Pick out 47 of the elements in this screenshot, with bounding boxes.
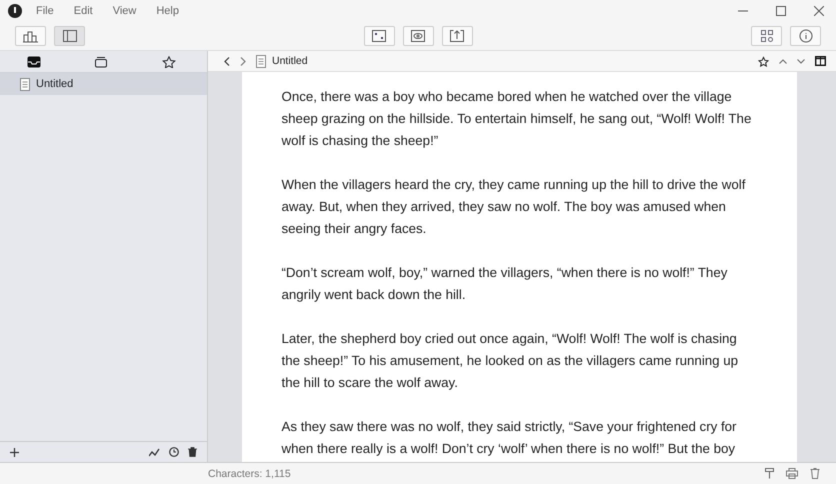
inbox-icon [26,56,41,68]
stats-button[interactable] [15,26,46,46]
paragraph: When the villagers heard the cry, they came running up the hill to drive the wolf away. But, when they arrived, they saw no wolf. The boy was amused when seeing their angry faces. [282,176,746,238]
add-icon[interactable] [10,448,19,456]
chart-line-icon[interactable] [149,448,160,456]
document-icon [256,54,266,68]
menu-item[interactable]: Help [156,4,179,16]
paragraph: “Don’t scream wolf, boy,” warned the villagers, “when there is no wolf!” They angrily went back down the hill. [282,264,728,304]
export-button[interactable] [442,26,472,46]
maximize-icon[interactable] [776,6,786,16]
info-icon [798,28,814,42]
clock-icon[interactable] [169,447,179,457]
bin-icon[interactable] [810,468,820,479]
close-icon[interactable] [814,6,824,16]
sidebar-icon [62,28,78,42]
star-icon [162,56,176,68]
focus-icon [371,28,387,42]
box-icon [94,56,108,68]
preview-button[interactable] [402,26,434,46]
focus-button[interactable] [364,26,394,46]
eye-icon [410,28,426,42]
paragraph: As they saw there was no wolf, they said strictly, “Save your frightened cry for when there really is a wolf! Don’t cry ‘wolf’ when there is no wolf!” But the boy [282,418,738,458]
note-list-item[interactable]: Untitled [0,73,207,95]
trash-icon[interactable] [188,447,197,457]
app-logo-icon [8,4,22,18]
menu-item[interactable]: Edit [74,4,93,16]
back-icon[interactable] [224,56,230,66]
forward-icon[interactable] [240,56,246,66]
bar-chart-icon [22,28,38,42]
grid-icon [758,28,774,42]
grid-button[interactable] [751,26,782,46]
document-title: Untitled [272,55,308,67]
menu-item[interactable]: View [112,4,136,16]
paragraph: Later, the shepherd boy cried out once again, “Wolf! Wolf! The wolf is chasing the sheep!” To his amusement, he looked on as the villagers came running up the hill to scare the wolf away. [282,330,740,392]
chevron-up-icon[interactable] [779,58,787,64]
character-count: Characters: 1,115 [208,468,291,480]
info-button[interactable] [790,26,821,46]
export-icon [449,28,465,42]
document-icon [20,78,30,90]
chevron-down-icon[interactable] [797,58,805,64]
split-view-icon[interactable] [815,56,826,66]
menu-item[interactable]: File [36,4,54,16]
printer-icon[interactable] [786,468,798,479]
paragraph: Once, there was a boy who became bored when he watched over the village sheep grazing on the hillside. To entertain himself, he sang out, “Wolf! Wolf! The wolf is chasing the sheep!” [282,88,752,150]
brush-icon[interactable] [765,468,774,479]
sidebar-button[interactable] [54,26,85,46]
star-icon[interactable] [758,56,769,66]
